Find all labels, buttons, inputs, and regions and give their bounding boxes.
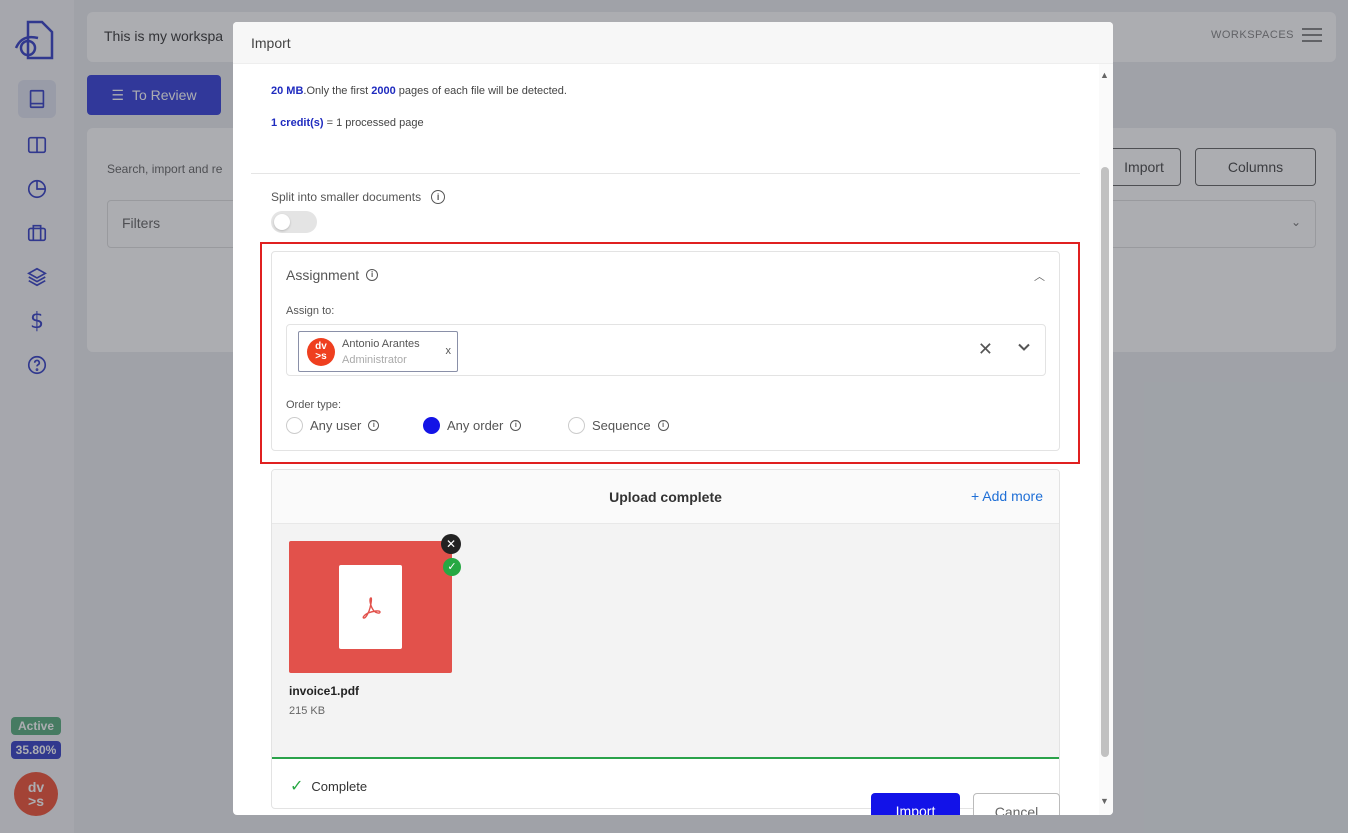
- file-name: invoice1.pdf: [289, 684, 360, 698]
- upload-title: Upload complete: [609, 489, 722, 505]
- cancel-button[interactable]: Cancel: [973, 793, 1060, 815]
- remove-assignee-icon[interactable]: x: [446, 345, 452, 357]
- assignment-header[interactable]: Assignment i: [286, 267, 379, 283]
- modal-body: 20 MB.Only the first 2000 pages of each …: [233, 64, 1099, 815]
- radio-any-user[interactable]: [286, 417, 303, 434]
- order-option-any-user[interactable]: Any user i: [286, 417, 380, 434]
- divider: [251, 173, 1080, 174]
- assignment-card: Assignment i ︿ Assign to: dv >s Antonio A…: [271, 251, 1060, 451]
- file-size: 215 KB: [289, 705, 326, 717]
- size-value: 20 MB: [271, 85, 304, 97]
- modal-header: Import: [233, 22, 1113, 64]
- radio-any-order[interactable]: [423, 417, 440, 434]
- assignee-select[interactable]: dv >s Antonio Arantes Administrator x ✕: [286, 324, 1046, 376]
- assignee-chip: dv >s Antonio Arantes Administrator x: [298, 331, 458, 372]
- upload-files-area: ✕ ✓ invoice1.pdf 215 KB: [272, 524, 1059, 759]
- split-toggle[interactable]: [271, 211, 317, 233]
- assignment-title: Assignment: [286, 267, 360, 283]
- chevron-down-icon[interactable]: [1017, 340, 1031, 354]
- pdf-icon: [339, 565, 402, 649]
- order-option-sequence[interactable]: Sequence i: [568, 417, 669, 434]
- chevron-up-icon[interactable]: ︿: [1034, 268, 1045, 284]
- credit-value: 1 credit(s): [271, 117, 324, 129]
- assignee-avatar: dv >s: [307, 338, 335, 366]
- size-text-a: .Only the first: [303, 85, 372, 97]
- upload-header: Upload complete + Add more: [272, 470, 1059, 524]
- check-circle-icon: ✓: [443, 558, 461, 576]
- file-thumbnail: [289, 541, 452, 673]
- split-label-text: Split into smaller documents: [271, 190, 422, 204]
- order-option-any-order[interactable]: Any order i: [423, 417, 522, 434]
- pages-value: 2000: [371, 85, 396, 97]
- add-more-label: Add more: [982, 488, 1043, 504]
- option-label: Sequence: [592, 418, 651, 433]
- option-label: Any user: [310, 418, 362, 433]
- order-type-label: Order type:: [286, 399, 342, 411]
- clear-selection-icon[interactable]: ✕: [978, 339, 993, 360]
- size-limit-info: 20 MB.Only the first 2000 pages of each …: [271, 85, 567, 97]
- info-icon[interactable]: i: [510, 420, 522, 431]
- assignee-role: Administrator: [342, 354, 407, 366]
- scrollbar-thumb[interactable]: [1101, 167, 1109, 757]
- credit-text: = 1 processed page: [323, 117, 424, 129]
- remove-file-icon[interactable]: ✕: [441, 534, 461, 554]
- plus-icon: +: [970, 488, 980, 504]
- import-modal: Import 20 MB.Only the first 2000 pages o…: [233, 22, 1113, 815]
- modal-title: Import: [251, 35, 291, 51]
- info-icon[interactable]: i: [657, 420, 669, 431]
- option-label: Any order: [447, 418, 504, 433]
- info-icon[interactable]: i: [368, 420, 380, 431]
- upload-panel: Upload complete + Add more ✕ ✓ invoice1.…: [271, 469, 1060, 809]
- scroll-up-icon[interactable]: ▲: [1100, 70, 1109, 80]
- check-icon: ✓: [290, 778, 304, 795]
- upload-status: ✓ Complete: [290, 776, 367, 796]
- split-documents-label: Split into smaller documents i: [271, 190, 446, 204]
- info-icon[interactable]: i: [366, 269, 379, 281]
- status-label: Complete: [311, 778, 368, 794]
- assign-to-label: Assign to:: [286, 305, 335, 317]
- size-text-b: pages of each file will be detected.: [395, 85, 567, 97]
- assignee-name: Antonio Arantes: [342, 338, 420, 350]
- info-icon[interactable]: i: [431, 190, 446, 204]
- import-button[interactable]: Import: [871, 793, 960, 815]
- add-more-button[interactable]: + Add more: [971, 488, 1043, 504]
- credit-info: 1 credit(s) = 1 processed page: [271, 117, 424, 129]
- radio-sequence[interactable]: [568, 417, 585, 434]
- scroll-down-icon[interactable]: ▼: [1100, 796, 1109, 806]
